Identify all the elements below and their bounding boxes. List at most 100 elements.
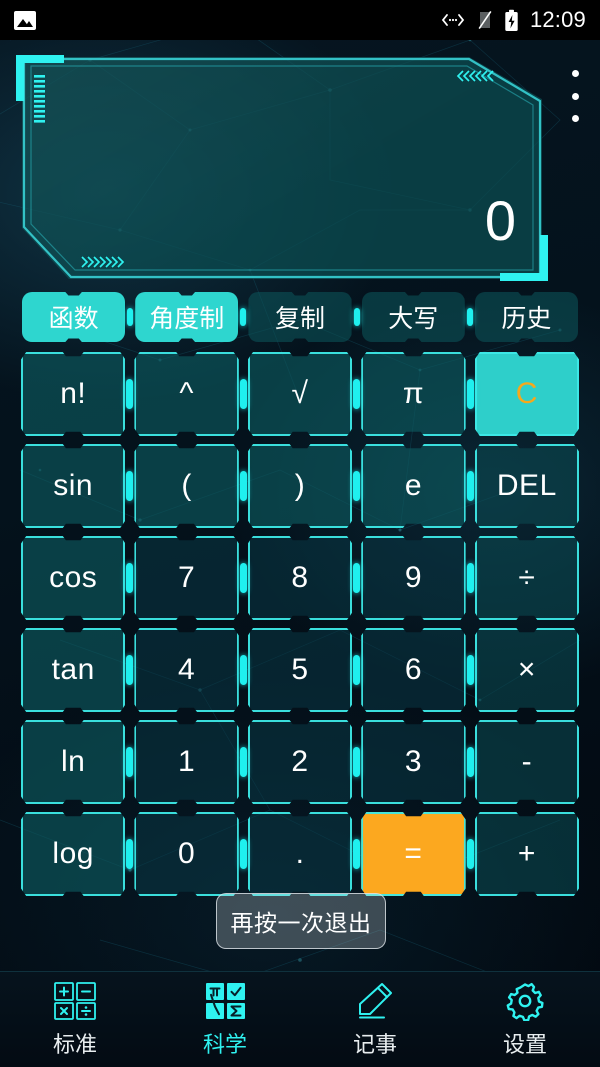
key-9[interactable]: 9 — [361, 536, 466, 620]
key-tan[interactable]: tan — [21, 628, 126, 712]
fnbar-button-functions[interactable]: 函数 — [22, 292, 126, 342]
key-label: ÷ — [518, 561, 536, 594]
key-sqrt[interactable]: √ — [247, 352, 353, 436]
display-chevrons-bottom-left — [81, 256, 125, 268]
key-separator — [240, 308, 247, 326]
key-label: × — [517, 653, 536, 686]
key-1[interactable]: 1 — [134, 720, 239, 804]
key-separator — [239, 563, 247, 593]
key-separator — [239, 839, 247, 869]
key-paren-close[interactable]: ) — [247, 444, 353, 528]
key-label: C — [515, 377, 538, 410]
calculator-app: 12:09 0 函数 角度制 复制 大写 历史 n! ^ √ π C sin (… — [0, 0, 600, 1067]
key-separator — [466, 655, 474, 685]
key-label: π — [402, 377, 425, 410]
key-5[interactable]: 5 — [247, 628, 353, 712]
key-paren-open[interactable]: ( — [134, 444, 239, 528]
key-label: 3 — [404, 745, 423, 778]
fnbar-button-uppercase[interactable]: 大写 — [361, 292, 465, 342]
key-ln[interactable]: ln — [21, 720, 126, 804]
image-icon — [14, 10, 36, 30]
key-separator — [353, 308, 360, 326]
nav-label-standard: 标准 — [52, 1031, 97, 1057]
key-3[interactable]: 3 — [361, 720, 466, 804]
key-log[interactable]: log — [21, 812, 126, 896]
exit-toast-message: 再按一次退出 — [230, 910, 372, 936]
key-divide[interactable]: ÷ — [474, 536, 580, 620]
no-sim-icon — [478, 10, 492, 30]
key-label: 6 — [404, 653, 423, 686]
key-2[interactable]: 2 — [247, 720, 353, 804]
key-label: DEL — [496, 469, 557, 502]
key-label: + — [517, 837, 536, 870]
menu-dot — [571, 115, 579, 122]
key-separator — [353, 747, 361, 777]
key-label: = — [404, 837, 423, 870]
cast-icon — [441, 14, 465, 26]
fnbar-button-angle-mode[interactable]: 角度制 — [135, 292, 239, 342]
nav-item-notes[interactable]: 记事 — [300, 972, 450, 1067]
key-delete[interactable]: DEL — [474, 444, 580, 528]
key-cos[interactable]: cos — [21, 536, 126, 620]
key-label: n! — [60, 377, 87, 410]
keypad-row: cos 7 8 9 ÷ — [21, 536, 580, 620]
key-label: e — [404, 469, 423, 502]
display-area: 0 — [16, 55, 548, 281]
nav-item-settings[interactable]: 设置 — [450, 972, 600, 1067]
key-separator — [466, 839, 474, 869]
key-label: - — [521, 745, 533, 778]
nav-item-science[interactable]: 科学 — [150, 972, 300, 1067]
pencil-note-icon — [353, 981, 397, 1021]
key-label: 2 — [291, 745, 309, 778]
keypad-row: log 0 . = + — [21, 812, 580, 896]
key-4[interactable]: 4 — [134, 628, 239, 712]
key-8[interactable]: 8 — [247, 536, 353, 620]
keypad-row: tan 4 5 6 × — [21, 628, 580, 712]
key-clear[interactable]: C — [474, 352, 580, 436]
key-7[interactable]: 7 — [134, 536, 239, 620]
status-bar: 12:09 — [0, 0, 600, 40]
fnbar-label: 大写 — [388, 305, 439, 333]
key-label: 4 — [178, 653, 196, 686]
key-separator — [239, 655, 247, 685]
fnbar-label: 复制 — [275, 305, 326, 333]
key-pi[interactable]: π — [361, 352, 466, 436]
key-separator — [466, 747, 474, 777]
keypad: 函数 角度制 复制 大写 历史 n! ^ √ π C sin () e DEL… — [21, 292, 580, 904]
key-label: 5 — [291, 653, 309, 686]
exit-toast: 再按一次退出 — [216, 893, 386, 949]
key-equals[interactable]: = — [361, 812, 466, 896]
nav-item-standard[interactable]: 标准 — [0, 972, 150, 1067]
key-factorial[interactable]: n! — [21, 352, 126, 436]
key-sin[interactable]: sin — [21, 444, 126, 528]
fnbar-button-history[interactable]: 历史 — [474, 292, 579, 342]
overflow-menu-icon[interactable] — [557, 66, 593, 126]
key-label: sin — [53, 469, 94, 502]
fnbar-label: 函数 — [48, 305, 99, 333]
key-label: ( — [181, 469, 192, 502]
fnbar-button-copy[interactable]: 复制 — [248, 292, 352, 342]
key-separator — [353, 563, 361, 593]
key-power[interactable]: ^ — [134, 352, 239, 436]
key-separator — [126, 839, 134, 869]
key-minus[interactable]: - — [474, 720, 580, 804]
key-6[interactable]: 6 — [361, 628, 466, 712]
gear-icon — [504, 981, 546, 1021]
status-bar-left — [14, 10, 36, 30]
key-separator — [239, 379, 247, 409]
key-separator — [353, 379, 361, 409]
key-separator — [353, 655, 361, 685]
key-label: tan — [51, 653, 95, 686]
key-0[interactable]: 0 — [134, 812, 239, 896]
key-separator — [127, 308, 134, 326]
key-multiply[interactable]: × — [474, 628, 580, 712]
key-separator — [466, 308, 473, 326]
key-label: cos — [49, 561, 98, 594]
fnbar-label: 历史 — [501, 305, 552, 333]
key-decimal-point[interactable]: . — [247, 812, 353, 896]
display-chevrons-top-right — [456, 70, 494, 82]
key-e[interactable]: e — [361, 444, 466, 528]
fnbar-label: 角度制 — [149, 305, 225, 333]
key-plus[interactable]: + — [474, 812, 580, 896]
display-tick-marks — [34, 75, 45, 123]
